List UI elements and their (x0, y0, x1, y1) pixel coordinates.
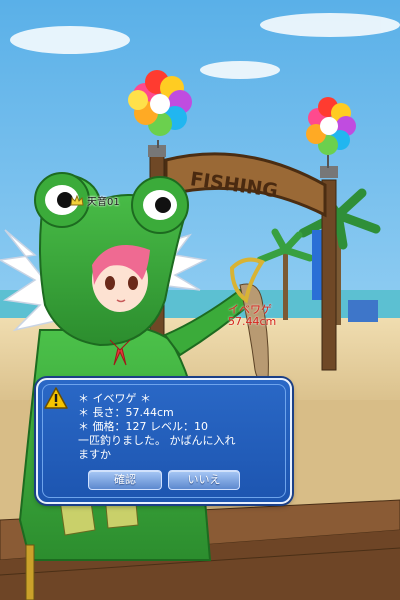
catch-label: イベワゲ 57.44cm (228, 304, 276, 328)
dialog-line-question-cont: ますか (78, 448, 111, 461)
dialog-line-question: 一匹釣りました。 かばんに入れ (78, 434, 236, 447)
player-name: 天音01 (87, 197, 120, 208)
dialog-line-length: ＊ 長さ：57.44cm (78, 406, 174, 419)
player-nameplate[interactable]: 天音01 (70, 193, 120, 208)
crown-icon (70, 194, 84, 205)
catch-confirm-dialog: ＊ イベワゲ ＊ ＊ 長さ：57.44cm ＊ 価格：127 レベル：10 一匹… (36, 378, 292, 504)
dialog-line-price-level: ＊ 価格：127 レベル：10 (78, 420, 208, 433)
game-scene: FISHING 天音01 イベワゲ 57.44cm ＊ イベワゲ ＊ ＊ 長さ：… (0, 0, 400, 600)
world-view: FISHING (0, 0, 400, 600)
dialog-message: ＊ イベワゲ ＊ ＊ 長さ：57.44cm ＊ 価格：127 レベル：10 一匹… (78, 392, 236, 462)
confirm-button[interactable]: 確認 (88, 470, 162, 490)
dialog-line-title: ＊ イベワゲ ＊ (78, 392, 151, 405)
cancel-button[interactable]: いいえ (168, 470, 240, 490)
catch-fish-length: 57.44cm (228, 315, 277, 328)
warning-icon (44, 387, 68, 409)
